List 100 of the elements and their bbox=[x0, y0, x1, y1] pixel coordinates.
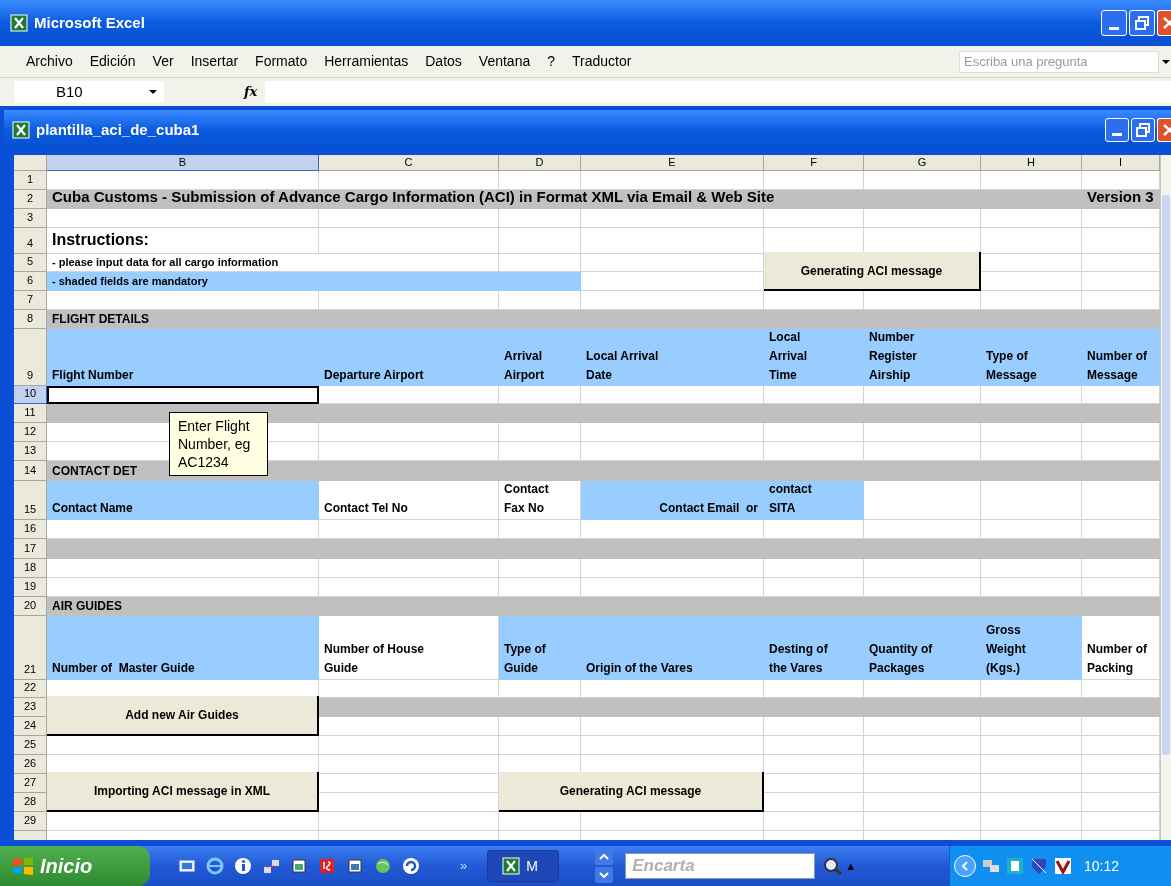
row-header[interactable]: 29 bbox=[14, 812, 47, 831]
column-header[interactable]: F bbox=[764, 155, 864, 171]
column-header[interactable]: I bbox=[1082, 155, 1160, 171]
spreadsheet-icon bbox=[502, 857, 521, 875]
row-header[interactable]: 17 bbox=[14, 539, 47, 559]
menu-item[interactable]: Edición bbox=[81, 51, 144, 72]
row-header[interactable]: 16 bbox=[14, 520, 47, 539]
row-header[interactable]: 13 bbox=[14, 442, 47, 461]
column-header[interactable]: G bbox=[864, 155, 981, 171]
row-header[interactable]: 1 bbox=[14, 171, 47, 190]
row-header[interactable]: 20 bbox=[14, 597, 47, 616]
show-hidden-icons-button[interactable] bbox=[954, 855, 976, 877]
taskbar-button[interactable]: M bbox=[487, 850, 560, 882]
row-header[interactable]: 2 bbox=[14, 190, 47, 209]
column-header[interactable]: D bbox=[499, 155, 581, 171]
more-button[interactable]: » bbox=[460, 856, 468, 876]
menu-item[interactable]: Herramientas bbox=[316, 51, 417, 72]
row-header[interactable]: 9 bbox=[14, 329, 47, 386]
instructions-heading: Instructions: bbox=[51, 230, 150, 250]
row-header[interactable]: 15 bbox=[14, 481, 47, 520]
search-field[interactable]: Encarta bbox=[625, 853, 816, 879]
menu-item[interactable]: Traductor bbox=[564, 51, 640, 72]
column-header[interactable]: E bbox=[581, 155, 764, 171]
sheet-button[interactable]: Importing ACI message in XML bbox=[47, 772, 319, 812]
windows-logo-icon bbox=[12, 856, 34, 876]
quick-launch-button[interactable] bbox=[262, 857, 280, 875]
menu-item[interactable]: ? bbox=[539, 51, 563, 72]
close-button[interactable] bbox=[1157, 10, 1171, 36]
column-label: Contact Tel No bbox=[323, 500, 409, 517]
close-button[interactable] bbox=[1157, 118, 1171, 142]
row-header[interactable]: 19 bbox=[14, 578, 47, 597]
row-header[interactable]: 6 bbox=[14, 272, 47, 291]
row-header[interactable]: 12 bbox=[14, 423, 47, 442]
quick-launch-button[interactable] bbox=[346, 857, 364, 875]
row-header[interactable]: 5 bbox=[14, 254, 47, 272]
active-cell[interactable] bbox=[47, 386, 319, 404]
column-header[interactable]: H bbox=[981, 155, 1082, 171]
column-header[interactable]: B bbox=[47, 155, 319, 171]
vertical-scrollbar[interactable] bbox=[1160, 155, 1171, 840]
menu-item[interactable]: Insertar bbox=[182, 51, 247, 72]
row-header[interactable]: 10 bbox=[14, 386, 47, 404]
row-header[interactable]: 28 bbox=[14, 793, 47, 812]
row-header[interactable]: 3 bbox=[14, 209, 47, 228]
row-header[interactable]: 18 bbox=[14, 559, 47, 578]
row-header[interactable]: 4 bbox=[14, 228, 47, 254]
row-header[interactable]: 24 bbox=[14, 717, 47, 736]
row-header[interactable]: 27 bbox=[14, 774, 47, 793]
quick-launch-button[interactable] bbox=[290, 857, 308, 875]
column-label: Type of Guide bbox=[503, 641, 547, 677]
sheet-button[interactable]: Add new Air Guides bbox=[47, 696, 319, 736]
help-search-field[interactable]: Escriba una pregunta bbox=[959, 50, 1159, 73]
row-header[interactable]: 22 bbox=[14, 680, 47, 698]
scroll-up-button[interactable] bbox=[595, 849, 614, 865]
section-heading: AIR GUIDES bbox=[51, 598, 123, 615]
menu-item[interactable]: Archivo bbox=[18, 51, 81, 72]
scroll-down-button[interactable] bbox=[595, 867, 614, 883]
row-header[interactable]: 26 bbox=[14, 755, 47, 774]
section-heading: FLIGHT DETAILS bbox=[51, 311, 151, 328]
refresh-icon bbox=[402, 857, 420, 875]
menu-item[interactable]: Ver bbox=[144, 51, 182, 72]
quick-launch-button[interactable] bbox=[234, 857, 252, 875]
column-label: Local Arrival Date bbox=[585, 348, 660, 384]
column-label: Number of Packing bbox=[1086, 641, 1148, 677]
row-header[interactable]: 7 bbox=[14, 291, 47, 310]
network-icon bbox=[262, 857, 280, 875]
quick-launch-button[interactable] bbox=[318, 857, 336, 875]
row-header[interactable]: 21 bbox=[14, 616, 47, 680]
row-header[interactable]: 14 bbox=[14, 461, 47, 481]
comment-tooltip: Enter Flight Number, eg AC1234 bbox=[169, 412, 268, 476]
row-header[interactable]: 11 bbox=[14, 404, 47, 423]
instruction-text: - shaded fields are mandatory bbox=[51, 273, 209, 289]
restore-button[interactable] bbox=[1131, 118, 1155, 142]
spreadsheet-icon bbox=[12, 121, 30, 139]
window-icon bbox=[346, 857, 364, 875]
quick-launch-button[interactable] bbox=[374, 857, 392, 875]
insert-function-button[interactable]: fx bbox=[244, 82, 258, 102]
close-icon bbox=[1163, 123, 1171, 137]
name-box[interactable]: B10 bbox=[14, 81, 164, 103]
menu-item[interactable]: Datos bbox=[417, 51, 470, 72]
minimize-icon bbox=[1109, 27, 1119, 30]
scrollbar-thumb[interactable] bbox=[1162, 195, 1170, 755]
restore-button[interactable] bbox=[1129, 10, 1155, 36]
globe-icon bbox=[374, 857, 392, 875]
column-label: Number of House Guide bbox=[323, 641, 425, 677]
menu-item[interactable]: Ventana bbox=[470, 51, 539, 72]
column-header[interactable]: C bbox=[319, 155, 499, 171]
row-header[interactable]: 25 bbox=[14, 736, 47, 755]
spreadsheet-icon bbox=[10, 14, 28, 32]
minimize-button[interactable] bbox=[1105, 118, 1129, 142]
minimize-button[interactable] bbox=[1101, 10, 1127, 36]
search-button[interactable] bbox=[823, 857, 844, 875]
sheet-button[interactable]: Generating ACI message bbox=[499, 772, 764, 812]
menu-item[interactable]: Formato bbox=[247, 51, 316, 72]
row-header[interactable]: 8 bbox=[14, 310, 47, 329]
browser-icon bbox=[206, 857, 224, 875]
quick-launch-button[interactable] bbox=[178, 857, 196, 875]
quick-launch-button[interactable] bbox=[402, 857, 420, 875]
column-label: Gross Weight (Kgs.) bbox=[985, 622, 1027, 677]
row-header[interactable]: 23 bbox=[14, 698, 47, 717]
sheet-button[interactable]: Generating ACI message bbox=[764, 252, 981, 291]
